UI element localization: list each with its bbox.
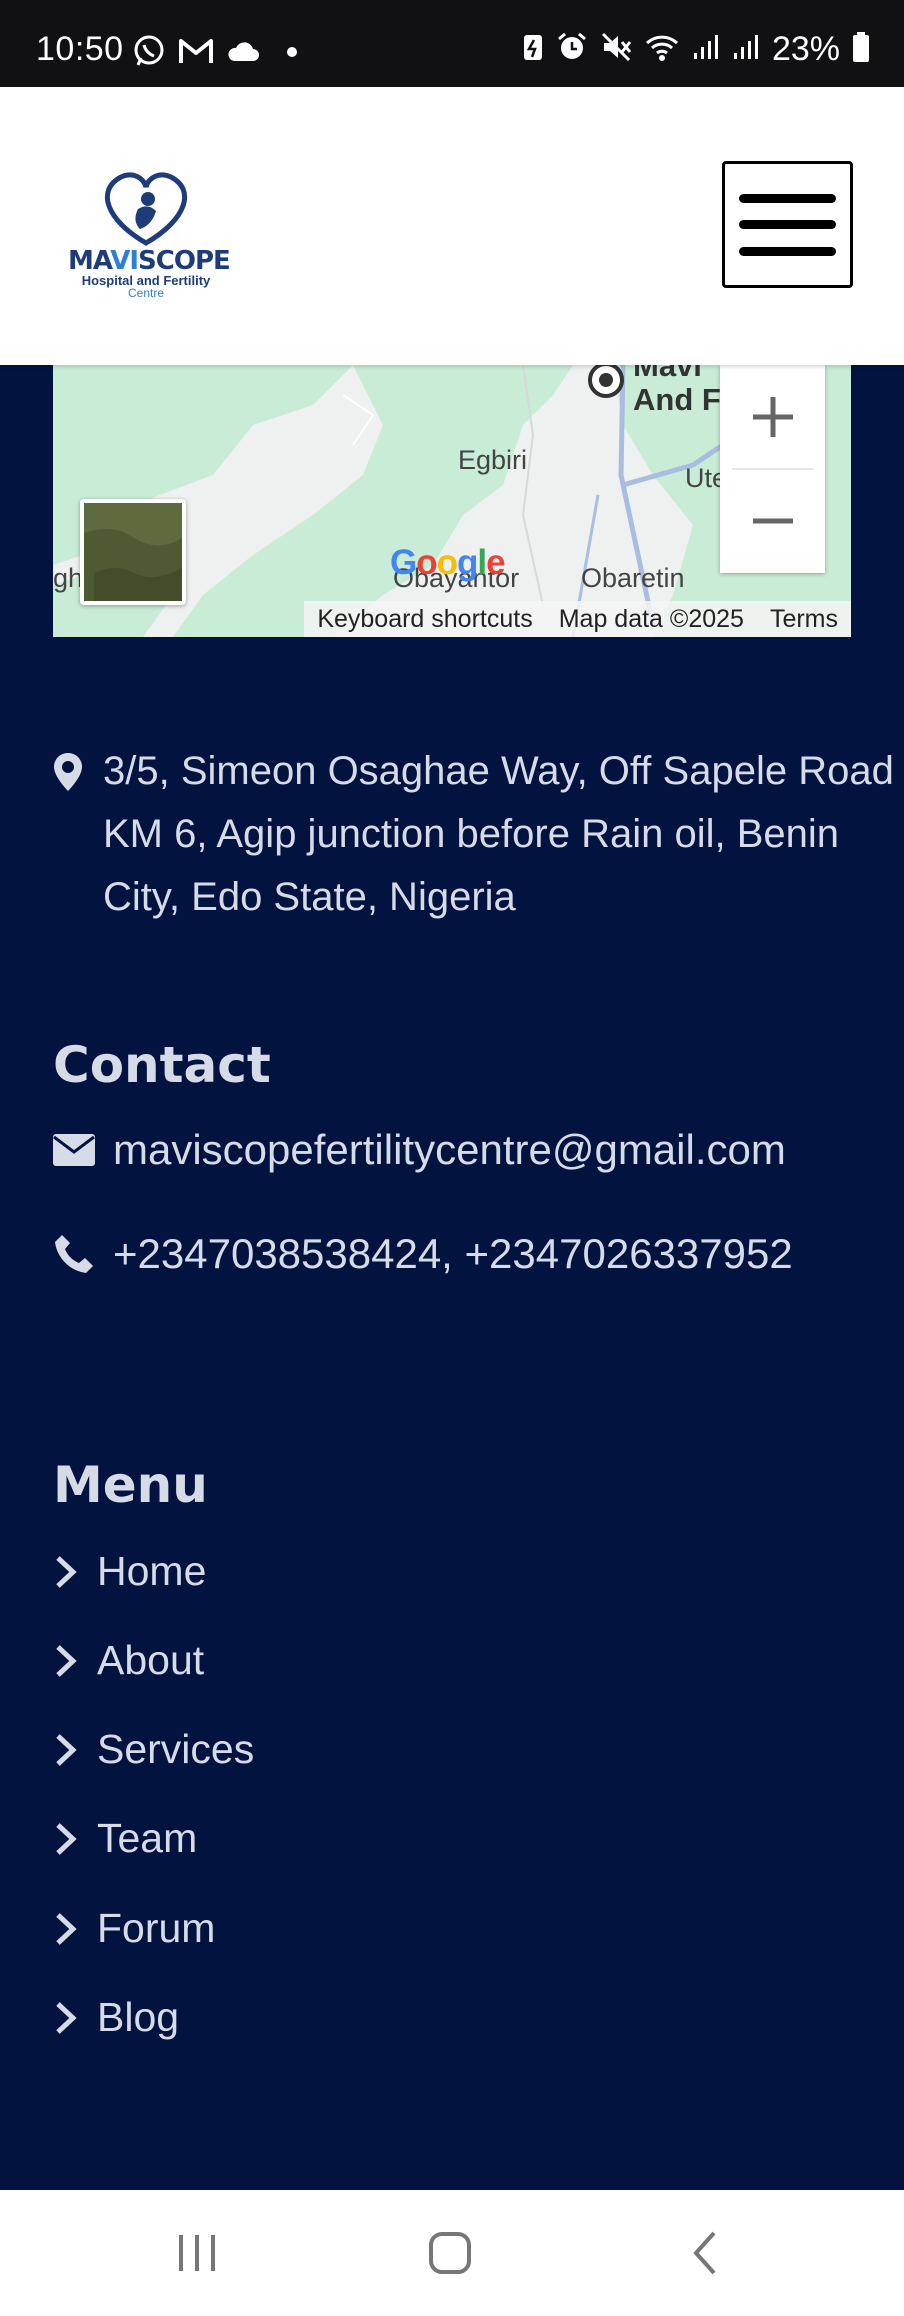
- status-left-icons: [132, 34, 298, 73]
- whatsapp-icon: [132, 34, 166, 73]
- logo-text-part-3: SCOPE: [138, 246, 231, 276]
- menu-item-label: Services: [97, 1726, 255, 1772]
- map-zoom-controls: [720, 365, 825, 573]
- email-row[interactable]: maviscopefertilitycentre@gmail.com: [53, 1126, 786, 1174]
- zoom-in-button[interactable]: [720, 365, 825, 469]
- maviscope-logo[interactable]: MAVISCOPE Hospital and Fertility Centre: [66, 165, 231, 300]
- terms-link[interactable]: Terms: [757, 605, 851, 634]
- address-text: 3/5, Simeon Osaghae Way, Off Sapele Road…: [103, 749, 894, 919]
- status-bar: 10:50 23%: [0, 0, 904, 87]
- status-right: 23%: [522, 30, 870, 69]
- dot-icon: [286, 45, 298, 63]
- signal-icon-2: [732, 33, 760, 66]
- battery-icon: [852, 31, 870, 68]
- satellite-view-toggle[interactable]: [80, 499, 186, 605]
- menu-item-label: About: [97, 1637, 205, 1683]
- menu-item-label: Forum: [97, 1905, 216, 1951]
- chevron-right-icon: [53, 1643, 97, 1679]
- menu-title: Menu: [53, 1456, 208, 1514]
- phone-row[interactable]: +2347038538424, +2347026337952: [53, 1230, 793, 1278]
- logo-text-part-1: MA: [68, 246, 111, 276]
- menu-item-label: Home: [97, 1548, 207, 1594]
- wifi-icon: [644, 32, 680, 67]
- map-pin-label-line-2: And F: [633, 382, 721, 417]
- hamburger-menu-button[interactable]: [722, 161, 853, 288]
- contact-title: Contact: [53, 1036, 271, 1094]
- map-pin-label-line-1: Mavi: [633, 365, 702, 383]
- hamburger-line: [739, 220, 836, 229]
- plus-icon: [752, 397, 793, 437]
- map-label-partial: gh: [53, 563, 84, 593]
- battery-saver-icon: [522, 32, 544, 67]
- mute-icon: [600, 31, 632, 68]
- menu-item-label: Team: [97, 1815, 198, 1861]
- map-label-obaretin: Obaretin: [581, 563, 685, 593]
- minus-icon: [752, 518, 793, 524]
- logo-text-part-2: VI: [110, 246, 139, 276]
- logo-wordmark: MAVISCOPE: [68, 246, 231, 276]
- logo-subtitle-2: Centre: [127, 286, 165, 300]
- signal-icon: [692, 33, 720, 66]
- alarm-icon: [556, 31, 588, 68]
- menu-item-blog[interactable]: Blog: [53, 1994, 179, 2041]
- menu-item-team[interactable]: Team: [53, 1815, 197, 1862]
- location-pin-icon: [53, 752, 83, 797]
- gmail-icon: [178, 36, 214, 71]
- phone-link[interactable]: +2347038538424, +2347026337952: [113, 1230, 793, 1278]
- map-label-egbiri: Egbiri: [458, 445, 528, 475]
- battery-percent: 23%: [771, 30, 840, 68]
- menu-item-forum[interactable]: Forum: [53, 1905, 215, 1952]
- envelope-icon: [53, 1134, 113, 1166]
- recent-apps-icon: [179, 2235, 215, 2271]
- google-logo: Google: [390, 543, 506, 582]
- menu-item-services[interactable]: Services: [53, 1726, 254, 1773]
- map-data-text: Map data ©2025: [558, 604, 744, 633]
- hamburger-line: [739, 194, 836, 203]
- back-chevron-icon: [693, 2231, 716, 2275]
- cloud-icon: [226, 39, 260, 68]
- zoom-out-button[interactable]: [720, 469, 825, 573]
- chevron-right-icon: [53, 1732, 97, 1768]
- map-pin-icon[interactable]: [585, 365, 627, 406]
- hamburger-line: [739, 247, 836, 256]
- chevron-right-icon: [53, 1821, 97, 1857]
- menu-item-about[interactable]: About: [53, 1637, 204, 1684]
- chevron-right-icon: [53, 2000, 97, 2036]
- menu-item-label: Blog: [97, 1994, 180, 2040]
- home-square-icon: [429, 2232, 471, 2274]
- status-time: 10:50: [36, 30, 124, 68]
- page: 10:50 23% MAVISCOPE Hospital and Fertili…: [0, 0, 904, 2316]
- phone-icon: [53, 1233, 113, 1275]
- google-map[interactable]: Mavi And F Egbiri Ute Obayantor Obaretin…: [53, 365, 851, 637]
- email-link[interactable]: maviscopefertilitycentre@gmail.com: [113, 1126, 786, 1174]
- map-attribution-bar: Keyboard shortcuts Map data ©2025 Terms: [304, 601, 851, 637]
- menu-item-home[interactable]: Home: [53, 1548, 206, 1595]
- system-nav-bar: [0, 2190, 904, 2316]
- home-button[interactable]: [420, 2223, 480, 2283]
- satellite-thumbnail-icon: [84, 503, 182, 601]
- site-header: MAVISCOPE Hospital and Fertility Centre: [0, 87, 904, 365]
- chevron-right-icon: [53, 1554, 97, 1590]
- recent-apps-button[interactable]: [167, 2223, 227, 2283]
- chevron-right-icon: [53, 1911, 97, 1947]
- back-button[interactable]: [675, 2223, 735, 2283]
- keyboard-shortcuts-link[interactable]: Keyboard shortcuts: [304, 605, 545, 634]
